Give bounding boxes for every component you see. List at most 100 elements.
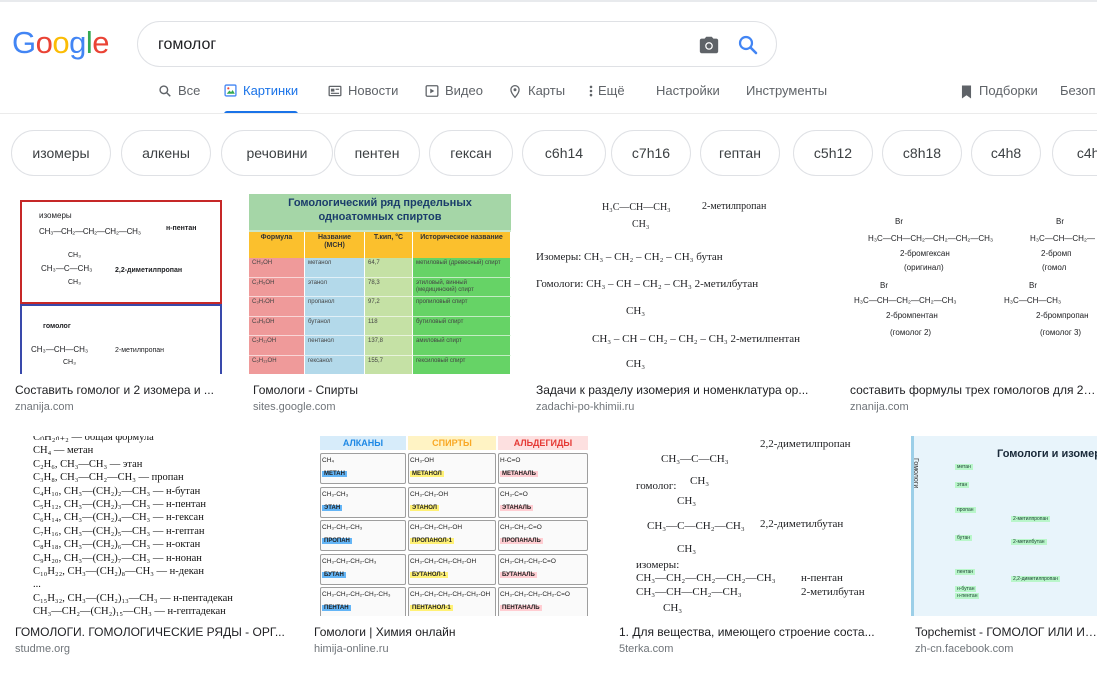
chip-5[interactable]: c6h14 [522, 130, 606, 176]
logo-letter: o [35, 25, 53, 60]
name: (гомолог 2) [890, 328, 932, 337]
chip-8[interactable]: c5h12 [793, 130, 873, 176]
result-thumbnail[interactable]: 2,2-диметилпропан CH₃—C—CH₃ CH₃ гомолог:… [615, 436, 891, 616]
image-result[interactable]: АЛКАНЫ СПИРТЫ АЛЬДЕГИДЫ CH₄ МЕТАН CH₃-OH МЕТАН… [310, 436, 595, 658]
bookmark-icon [961, 85, 972, 99]
name: 2,2-диметилпропан [760, 438, 851, 450]
image-result[interactable]: 2,2-диметилпропан CH₃—C—CH₃ CH₃ гомолог:… [615, 436, 891, 658]
image-result[interactable]: CₙH₂ₙ₊₂ — общая формула CH₄ — метан C₂H₆, … [11, 436, 291, 658]
chip-3[interactable]: пентен [334, 130, 420, 176]
image-result[interactable]: изомеры CH₃—CH₂—CH₂—CH₂—CH₃ н-пентан CH₃… [11, 194, 229, 416]
image-result[interactable]: H₃C—CH—CH₃ 2-метилпропан CH₃ Изомеры: CH… [532, 194, 826, 416]
formula: H-C=O [500, 457, 521, 464]
result-thumbnail[interactable]: изомеры CH₃—CH₂—CH₂—CH₂—CH₃ н-пентан CH₃… [11, 194, 229, 374]
tab-more[interactable]: Ещё [588, 80, 625, 114]
image-result[interactable]: Гомологический ряд предельных одноатомны… [249, 194, 513, 416]
frame-box [20, 304, 222, 374]
tools-link[interactable]: Инструменты [746, 80, 827, 114]
chip-10[interactable]: c4h8 [971, 130, 1041, 176]
tab-images[interactable]: Картинки [224, 80, 299, 114]
tab-video[interactable]: Видео [425, 80, 483, 114]
formula: CH₃-CH₂-CH₂-C=O [500, 557, 556, 565]
chip-1[interactable]: алкены [121, 130, 211, 176]
name: БУТАНОЛ-1 [410, 571, 448, 578]
result-title[interactable]: Гомологи | Химия онлайн [314, 625, 595, 639]
result-thumbnail[interactable]: Гомологический ряд предельных одноатомны… [249, 194, 511, 374]
formula: CH₃—CH₂—CH₂—CH₂—CH₃ [39, 227, 141, 236]
name: (гомол [1042, 263, 1067, 272]
result-title[interactable]: Гомологи - Спирты [253, 383, 511, 397]
search-icon [159, 85, 171, 97]
result-source[interactable]: himija-online.ru [314, 643, 389, 655]
result-title[interactable]: Topchemist - ГОМОЛОГ ИЛИ ИЗОМ... [915, 625, 1097, 639]
chip-9[interactable]: c8h18 [882, 130, 962, 176]
top-border [0, 0, 1097, 2]
result-thumbnail[interactable]: Br H₃C—CH—CH₂—CH₂—CH₂—CH₃ 2-бромгексан (… [846, 194, 1097, 374]
formula: Br [1056, 217, 1064, 226]
result-title[interactable]: ГОМОЛОГИ. ГОМОЛОГИЧЕСКИЕ РЯДЫ - ОРГ... [15, 625, 289, 639]
result-source[interactable]: studme.org [15, 643, 70, 655]
search-input[interactable] [158, 34, 678, 56]
name: ПРОПАН [322, 538, 352, 544]
table-cell: пентанол [305, 336, 365, 356]
result-thumbnail[interactable]: АЛКАНЫ СПИРТЫ АЛЬДЕГИДЫ CH₄ МЕТАН CH₃-OH МЕТАН… [310, 436, 595, 616]
nav-divider [0, 113, 1097, 114]
camera-icon[interactable] [698, 34, 720, 56]
image-result[interactable]: Гомологи и изомер Гомологи метан этан проп… [911, 436, 1097, 658]
formula: CH₃-CH₂-C=O [500, 524, 542, 531]
result-thumbnail[interactable]: H₃C—CH—CH₃ 2-метилпропан CH₃ Изомеры: CH… [532, 194, 826, 374]
result-title[interactable]: Составить гомолог и 2 изомера и ... [15, 383, 229, 397]
result-source[interactable]: znanija.com [850, 401, 909, 413]
logo-letter: g [69, 25, 86, 60]
chip-11[interactable]: c4h1 [1052, 130, 1097, 176]
table-cell: 118 [365, 316, 413, 336]
label: метан [955, 464, 973, 470]
chip-6[interactable]: c7h16 [611, 130, 691, 176]
tab-news[interactable]: Новости [328, 80, 398, 114]
search-box[interactable] [137, 21, 777, 67]
formula: CH₃-CH₂-CH₃ [322, 524, 363, 531]
result-thumbnail[interactable]: CₙH₂ₙ₊₂ — общая формула CH₄ — метан C₂H₆, … [11, 436, 291, 616]
label: 2,2-диметилпропан [1011, 576, 1060, 582]
formula: CH₃ [63, 359, 76, 366]
formula: CH₃ [663, 602, 683, 614]
formula: CH₃—CH—CH₃ [31, 345, 89, 354]
result-title[interactable]: Задачи к разделу изомерия и номенклатура… [536, 383, 824, 397]
safesearch-link[interactable]: Безоп [1060, 80, 1096, 114]
result-source[interactable]: sites.google.com [253, 401, 336, 413]
table-cell: пропанол [305, 297, 365, 317]
name: ПРОПАНОЛ-1 [410, 538, 454, 544]
formula-line: C₆H₁₄, CH₃—(CH₂)₄—CH₃ — н-гексан [33, 512, 204, 524]
tab-maps[interactable]: Карты [508, 80, 565, 114]
formula: CH₃-CH₂-CH₂-CH₂-C=O [500, 591, 570, 598]
table-cell: C₃H₇OH [249, 297, 305, 317]
result-title[interactable]: 1. Для вещества, имеющего строение соста… [619, 625, 889, 639]
name: ПРОПАНАЛЬ [500, 538, 543, 544]
settings-link[interactable]: Настройки [656, 80, 720, 114]
result-source[interactable]: 5terka.com [619, 643, 673, 655]
tab-all[interactable]: Все [158, 80, 200, 114]
chip-4[interactable]: гексан [429, 130, 513, 176]
result-title[interactable]: составить формулы трех гомологов для 2бр… [850, 383, 1097, 397]
label: н-бутан [955, 586, 977, 592]
formula-line: C₇H₁₆, CH₃—(CH₂)₅—CH₃ — н-гептан [33, 525, 205, 537]
table-cell: 137,8 [365, 336, 413, 356]
result-source[interactable]: znanija.com [15, 401, 74, 413]
google-logo[interactable]: Google [12, 25, 110, 60]
more-vert-icon [589, 85, 593, 97]
chip-7[interactable]: гептан [700, 130, 780, 176]
chip-2[interactable]: речовини [221, 130, 333, 176]
settings-label: Настройки [656, 83, 720, 98]
chip-0[interactable]: изомеры [11, 130, 111, 176]
table-cell: 64,7 [365, 258, 413, 278]
collections-link[interactable]: Подборки [960, 80, 1038, 114]
formula: Br [895, 217, 903, 226]
result-source[interactable]: zadachi-po-khimii.ru [536, 401, 634, 413]
result-source[interactable]: zh-cn.facebook.com [915, 643, 1013, 655]
formula-line: C₂H₆, CH₃—CH₃ — этан [33, 458, 143, 470]
table-heading: Гомологический ряд предельных одноатомны… [249, 194, 511, 230]
result-thumbnail[interactable]: Гомологи и изомер Гомологи метан этан проп… [911, 436, 1097, 616]
search-icon[interactable] [736, 33, 760, 57]
tab-label: Карты [528, 83, 566, 98]
image-result[interactable]: Br H₃C—CH—CH₂—CH₂—CH₂—CH₃ 2-бромгексан (… [846, 194, 1097, 416]
